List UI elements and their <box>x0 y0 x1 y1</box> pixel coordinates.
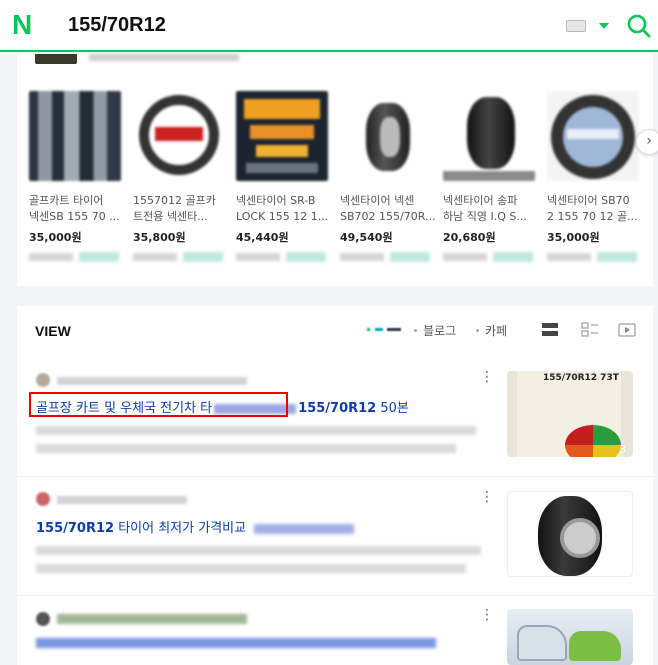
post-snippet <box>36 546 481 555</box>
more-icon[interactable]: ⋮ <box>480 490 494 504</box>
product-image[interactable] <box>133 91 225 181</box>
highlight-box <box>29 392 288 417</box>
tab-cafe[interactable]: 카페 <box>485 322 507 339</box>
image-count: 3 <box>619 443 626 456</box>
product-item[interactable]: 넥센타이어 넥센 SB702 155/70R... 49,540원 <box>340 91 436 262</box>
author-meta <box>57 496 187 504</box>
product-price: 35,800원 <box>133 231 186 244</box>
compact-view-icon[interactable] <box>581 322 599 338</box>
tab-all[interactable] <box>365 324 403 334</box>
product-item[interactable]: 넥센타이어 SR-B LOCK 155 12 1... 45,440원 <box>236 91 332 262</box>
product-name[interactable]: 트전용 넥센타... <box>133 209 229 225</box>
product-item[interactable]: 넥센타이어 SB70 2 155 70 12 골... 35,000원 <box>547 91 643 262</box>
post-thumbnail[interactable]: 155/70R12 73T 3 <box>507 371 633 457</box>
post-title[interactable]: 155/70R12 타이어 최저가 가격비교 <box>36 517 355 536</box>
list-view-icon[interactable] <box>541 322 559 338</box>
more-icon[interactable]: ⋮ <box>480 608 494 622</box>
author-meta <box>57 377 247 385</box>
product-name[interactable]: 넥센타이어 넥센 <box>340 193 436 209</box>
author-meta <box>57 614 247 624</box>
product-name[interactable]: 넥센타이어 SB70 <box>547 193 643 209</box>
product-name[interactable]: 넥센타이어 송파 <box>443 193 539 209</box>
post-snippet <box>36 444 456 453</box>
avatar[interactable] <box>36 492 50 506</box>
product-name[interactable]: 하남 직영 I.Q S... <box>443 209 539 225</box>
blurred-text <box>89 54 239 61</box>
product-item[interactable]: 1557012 골프카 트전용 넥센타... 35,800원 <box>133 91 229 262</box>
product-image[interactable] <box>29 91 121 181</box>
avatar[interactable] <box>36 612 50 626</box>
product-name[interactable]: 넥센SB 155 70 ... <box>29 209 125 225</box>
product-image[interactable] <box>547 91 639 181</box>
post-snippet <box>36 564 466 573</box>
view-section: VIEW 블로그 카페 ⋮ 골프장 카트 및 우체국 전기차 타 155/70R1… <box>17 306 653 665</box>
product-price: 35,000원 <box>547 231 600 244</box>
product-name[interactable]: 넥센타이어 SR-B <box>236 193 332 209</box>
product-name[interactable]: SB702 155/70R... <box>340 209 436 225</box>
product-price: 35,000원 <box>29 231 82 244</box>
search-header: N 155/70R12 <box>0 0 658 52</box>
product-price: 49,540원 <box>340 231 393 244</box>
video-view-icon[interactable] <box>618 322 636 338</box>
product-price: 20,680원 <box>443 231 496 244</box>
post-thumbnail[interactable] <box>507 609 633 665</box>
product-name[interactable]: 1557012 골프카 <box>133 193 229 209</box>
post-thumbnail[interactable] <box>507 491 633 577</box>
more-icon[interactable]: ⋮ <box>480 370 494 384</box>
product-image[interactable] <box>340 91 432 181</box>
section-title: VIEW <box>35 323 71 339</box>
tab-blog[interactable]: 블로그 <box>423 322 456 339</box>
search-query[interactable]: 155/70R12 <box>68 14 166 37</box>
product-name[interactable]: LOCK 155 12 1... <box>236 209 332 225</box>
avatar[interactable] <box>36 373 50 387</box>
product-price: 45,440원 <box>236 231 289 244</box>
product-name[interactable]: 골프카트 타이어 <box>29 193 125 209</box>
product-image[interactable] <box>443 91 535 181</box>
post-title[interactable] <box>36 638 436 648</box>
post-snippet <box>36 426 476 435</box>
product-image[interactable] <box>236 91 328 181</box>
product-item[interactable]: 넥센타이어 송파 하남 직영 I.Q S... 20,680원 <box>443 91 539 262</box>
naver-logo[interactable]: N <box>12 11 36 39</box>
chevron-right-icon[interactable]: › <box>636 129 658 155</box>
product-item[interactable]: 골프카트 타이어 넥센SB 155 70 ... 35,000원 <box>29 91 125 262</box>
search-icon[interactable] <box>626 13 652 39</box>
product-name[interactable]: 2 155 70 12 골... <box>547 209 643 225</box>
chevron-down-icon[interactable] <box>599 23 609 29</box>
keyboard-icon[interactable] <box>566 20 586 32</box>
shopping-section: 골프카트 타이어 넥센SB 155 70 ... 35,000원 1557012 … <box>17 54 658 286</box>
blurred-thumbnail <box>35 54 77 64</box>
